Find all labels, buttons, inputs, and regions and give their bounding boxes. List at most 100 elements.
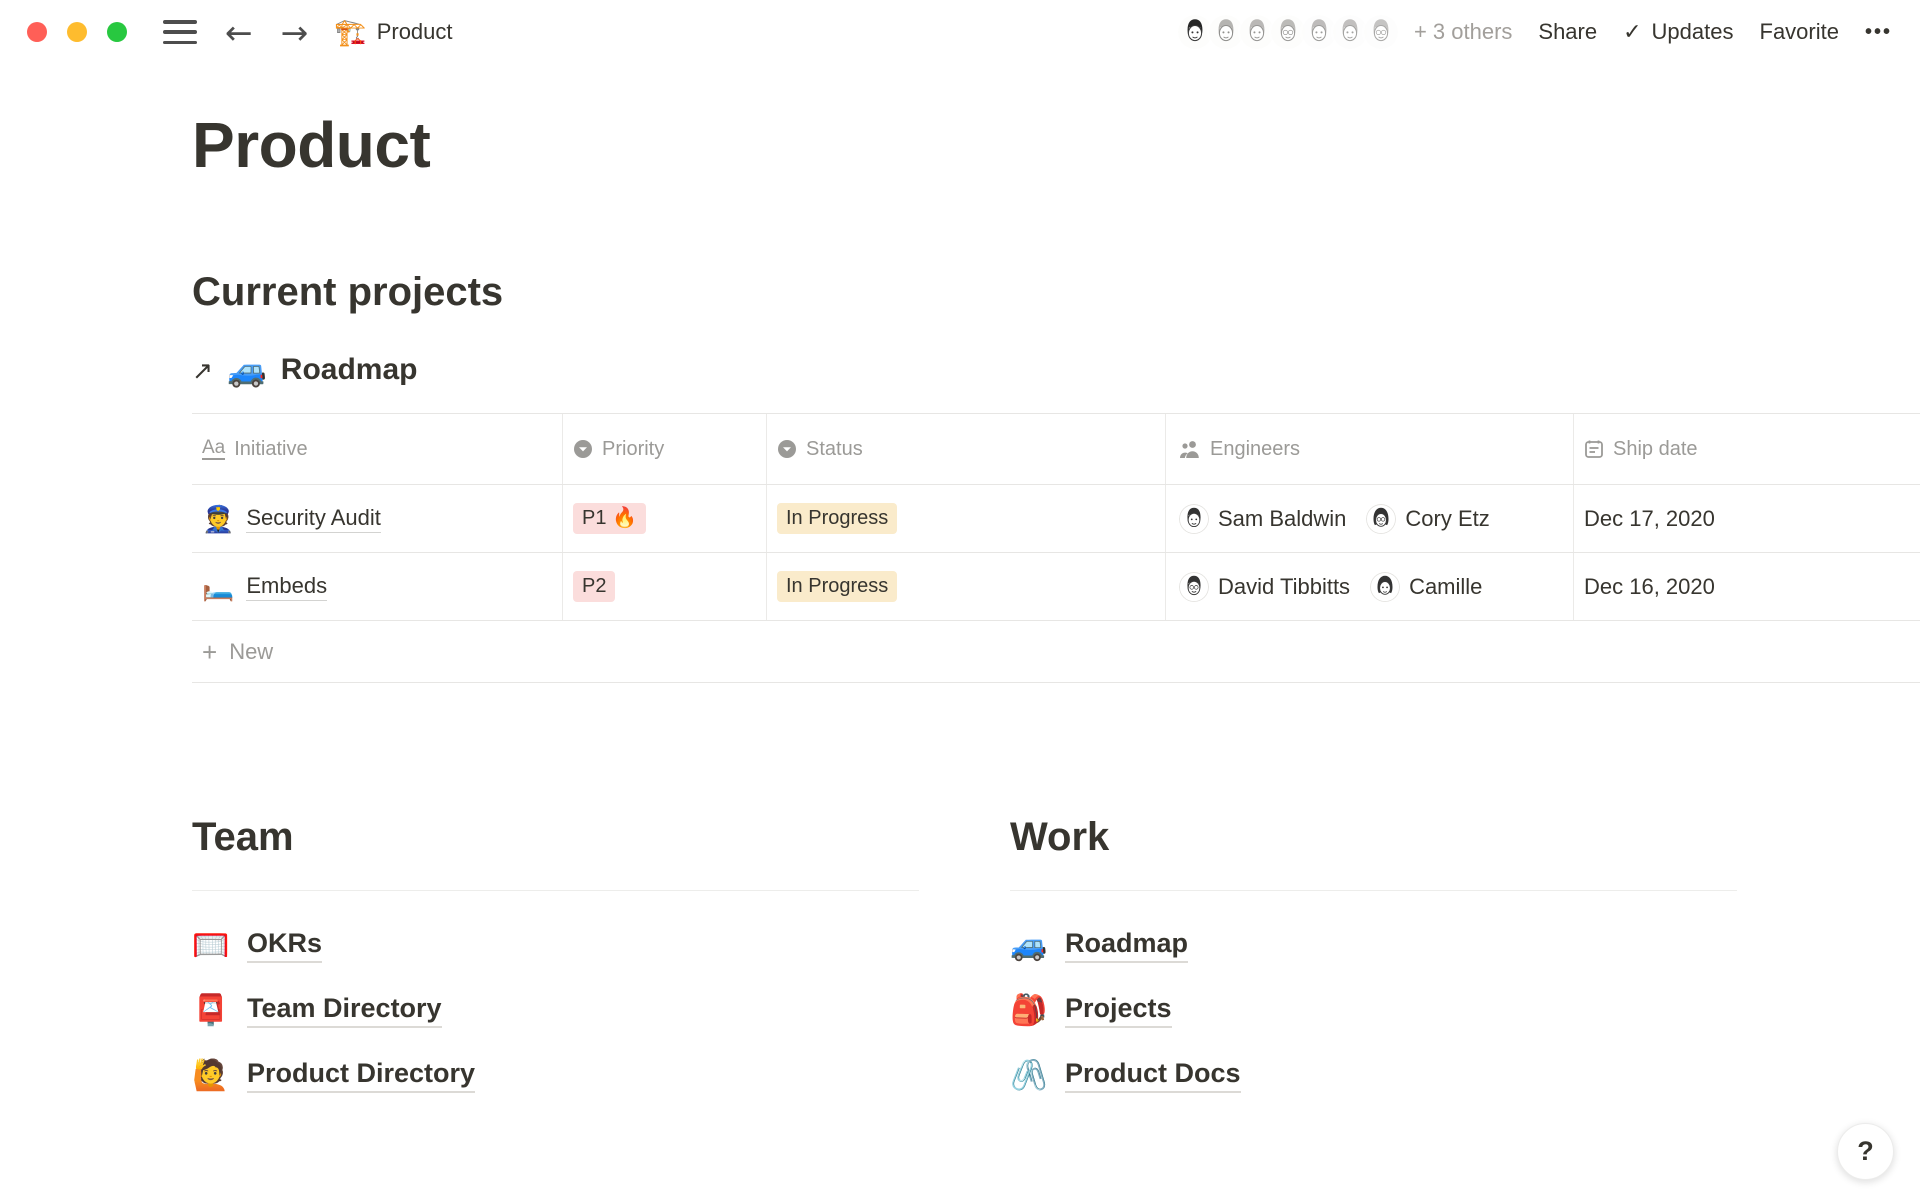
page-link-label: Security Audit — [246, 505, 381, 533]
current-projects-heading: Current projects — [192, 270, 1920, 315]
plus-icon: + — [202, 639, 217, 665]
postbox-icon: 📮 — [192, 996, 230, 1026]
work-heading: Work — [1010, 815, 1828, 860]
car-icon: 🚙 — [1010, 931, 1048, 961]
person-name: Sam Baldwin — [1218, 506, 1346, 532]
linked-database-roadmap[interactable]: ↗ 🚙 Roadmap — [192, 353, 417, 387]
page-link-product-docs[interactable]: 🖇️ Product Docs — [1010, 1043, 1241, 1108]
breadcrumb-title: Product — [377, 19, 453, 45]
page-link-product-directory[interactable]: 🙋 Product Directory — [192, 1043, 475, 1108]
column-header-status[interactable]: Status — [767, 414, 1166, 484]
engineers-cell[interactable]: Sam Baldwin Cory Etz — [1166, 485, 1574, 552]
priority-tag: P1 🔥 — [573, 503, 646, 534]
page-link-roadmap[interactable]: 🚙 Roadmap — [1010, 913, 1188, 978]
paperclips-icon: 🖇️ — [1010, 1061, 1048, 1091]
table-new-row-button[interactable]: + New — [192, 621, 1920, 683]
priority-cell[interactable]: P2 — [563, 553, 767, 620]
sidebar-menu-icon[interactable] — [163, 20, 197, 44]
window-minimize-button[interactable] — [67, 22, 87, 42]
check-icon: ✓ — [1623, 20, 1641, 45]
backpack-icon: 🎒 — [1010, 996, 1048, 1026]
ship-date-cell[interactable]: Dec 16, 2020 — [1574, 553, 1920, 620]
collaborator-avatars — [1176, 13, 1400, 51]
status-tag: In Progress — [777, 571, 897, 602]
status-cell[interactable]: In Progress — [767, 553, 1166, 620]
work-section: Work 🚙 Roadmap 🎒 Projects 🖇️ Product Doc… — [1010, 815, 1828, 1108]
person-chip: Camille — [1370, 572, 1482, 602]
column-header-priority[interactable]: Priority — [563, 414, 767, 484]
date-value: Dec 17, 2020 — [1584, 506, 1715, 532]
page-link-label: Product Docs — [1065, 1058, 1241, 1093]
select-property-icon — [777, 439, 797, 459]
help-button[interactable]: ? — [1837, 1123, 1894, 1180]
column-header-engineers[interactable]: Engineers — [1166, 414, 1574, 484]
roadmap-table: Aa Initiative Priority Status Engineers … — [192, 413, 1920, 683]
avatar — [1366, 504, 1396, 534]
page-link-security-audit[interactable]: 👮 Security Audit — [202, 505, 381, 533]
window-close-button[interactable] — [27, 22, 47, 42]
updates-button[interactable]: ✓ Updates — [1623, 19, 1733, 45]
initiative-cell[interactable]: 🛏️ Embeds — [192, 553, 563, 620]
avatar — [1179, 504, 1209, 534]
page-link-label: Product Directory — [247, 1058, 475, 1093]
window-zoom-button[interactable] — [107, 22, 127, 42]
forward-arrow-icon[interactable]: → — [281, 16, 309, 49]
favorite-button[interactable]: Favorite — [1760, 19, 1839, 45]
table-header-row: Aa Initiative Priority Status Engineers … — [192, 414, 1920, 485]
window-controls — [27, 22, 127, 42]
police-officer-icon: 👮 — [202, 506, 234, 532]
person-name: Cory Etz — [1405, 506, 1489, 532]
window-titlebar: ← → 🏗️ Product + 3 others Share ✓ Update… — [0, 0, 1920, 64]
page-link-label: Projects — [1065, 993, 1172, 1028]
divider — [1010, 890, 1737, 891]
page-link-label: Embeds — [246, 573, 327, 601]
column-label: Engineers — [1210, 438, 1300, 461]
initiative-cell[interactable]: 👮 Security Audit — [192, 485, 563, 552]
table-row: 🛏️ Embeds P2 In Progress David Tibbitts — [192, 553, 1920, 621]
page-link-projects[interactable]: 🎒 Projects — [1010, 978, 1172, 1043]
person-chip: Cory Etz — [1366, 504, 1489, 534]
avatar — [1179, 572, 1209, 602]
page-link-okrs[interactable]: 🥅 OKRs — [192, 913, 322, 978]
share-button[interactable]: Share — [1538, 19, 1597, 45]
page-title: Product — [192, 108, 1920, 182]
updates-label: Updates — [1652, 19, 1734, 45]
divider — [192, 890, 919, 891]
team-heading: Team — [192, 815, 1010, 860]
select-property-icon — [573, 439, 593, 459]
bed-icon: 🛏️ — [202, 574, 234, 600]
ship-date-cell[interactable]: Dec 17, 2020 — [1574, 485, 1920, 552]
person-name: Camille — [1409, 574, 1482, 600]
column-header-initiative[interactable]: Aa Initiative — [192, 414, 563, 484]
person-raising-hand-icon: 🙋 — [192, 1061, 230, 1091]
new-row-label: New — [229, 639, 273, 665]
column-header-ship-date[interactable]: Ship date — [1574, 414, 1920, 484]
page-link-embeds[interactable]: 🛏️ Embeds — [202, 573, 327, 601]
person-property-icon — [1179, 439, 1201, 459]
column-label: Initiative — [234, 438, 307, 461]
column-label: Ship date — [1613, 438, 1698, 461]
avatar — [1370, 572, 1400, 602]
column-label: Priority — [602, 438, 664, 461]
calendar-icon — [1584, 439, 1604, 459]
more-options-icon[interactable]: ••• — [1865, 21, 1892, 44]
breadcrumb[interactable]: 🏗️ Product — [334, 19, 452, 45]
engineers-cell[interactable]: David Tibbitts Camille — [1166, 553, 1574, 620]
back-arrow-icon[interactable]: ← — [225, 16, 253, 49]
page-link-label: Roadmap — [1065, 928, 1188, 963]
linked-database-title: Roadmap — [281, 353, 418, 387]
others-count[interactable]: + 3 others — [1414, 19, 1512, 45]
page-link-label: Team Directory — [247, 993, 442, 1028]
status-tag: In Progress — [777, 503, 897, 534]
person-name: David Tibbitts — [1218, 574, 1350, 600]
priority-cell[interactable]: P1 🔥 — [563, 485, 767, 552]
open-in-arrow-icon: ↗ — [192, 356, 213, 385]
status-cell[interactable]: In Progress — [767, 485, 1166, 552]
team-section: Team 🥅 OKRs 📮 Team Directory 🙋 Product D… — [192, 815, 1010, 1108]
column-label: Status — [806, 438, 863, 461]
page-link-team-directory[interactable]: 📮 Team Directory — [192, 978, 442, 1043]
priority-tag: P2 — [573, 571, 615, 602]
avatar[interactable] — [1362, 13, 1400, 51]
date-value: Dec 16, 2020 — [1584, 574, 1715, 600]
car-icon: 🚙 — [227, 354, 267, 386]
